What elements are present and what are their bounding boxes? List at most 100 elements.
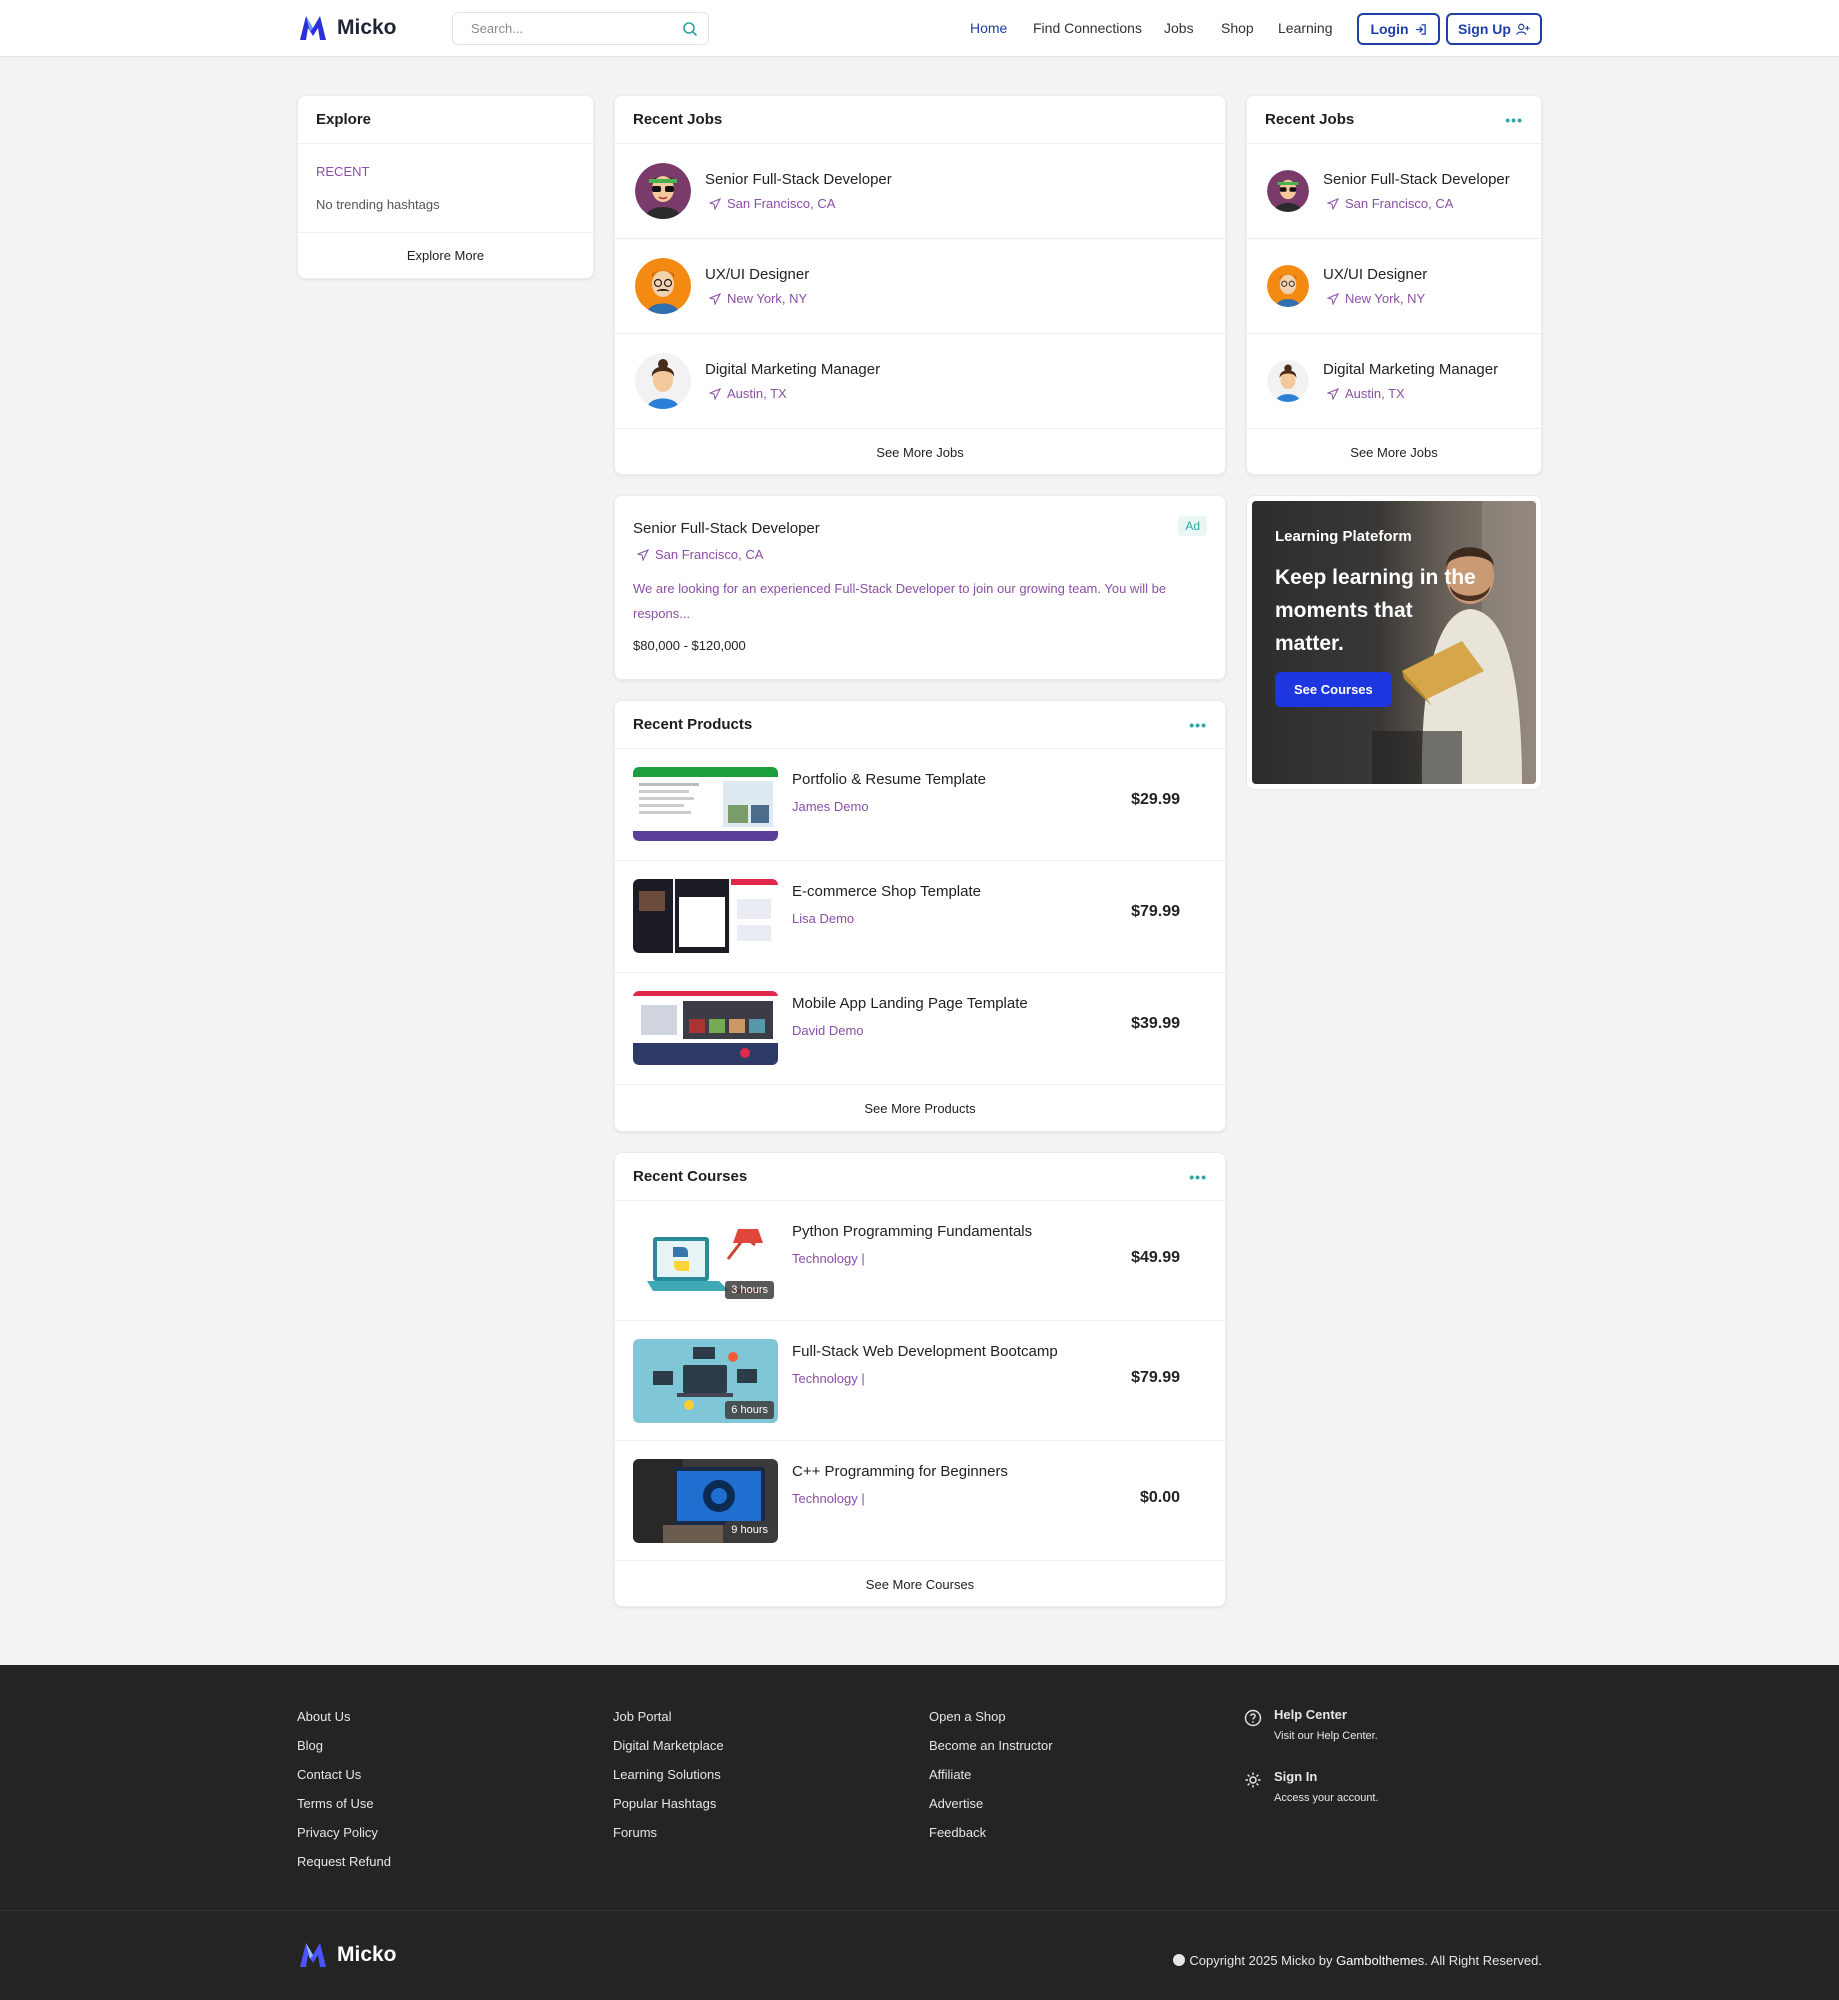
ad-job-location: San Francisco, CA [655,547,764,562]
see-more-courses-link[interactable]: See More Courses [615,1561,1225,1606]
brand-logo[interactable]: Micko [297,11,397,45]
search-box [452,12,709,45]
copyright-icon [1173,1954,1186,1966]
product-thumbnail [633,767,778,841]
course-duration: 6 hours [725,1401,774,1419]
footer-link[interactable]: Job Portal [613,1709,724,1738]
product-row[interactable]: Mobile App Landing Page Template David D… [615,973,1225,1085]
explore-card: Explore RECENT No trending hashtags Expl… [297,95,594,279]
help-center-link[interactable]: Help Center Visit our Help Center. [1244,1707,1378,1742]
job-location: New York, NY [727,291,808,306]
job-row[interactable]: UX/UI Designer New York, NY [615,239,1225,334]
footer-link[interactable]: Terms of Use [297,1796,391,1825]
login-button[interactable]: Login [1357,13,1440,45]
signup-label: Sign Up [1458,21,1511,37]
see-more-jobs-link[interactable]: See More Jobs [1247,429,1541,474]
footer-link[interactable]: Advertise [929,1796,1053,1825]
job-location: San Francisco, CA [1345,196,1454,211]
footer-link[interactable]: Contact Us [297,1767,391,1796]
nav-shop[interactable]: Shop [1221,20,1254,36]
job-row[interactable]: Senior Full-Stack Developer San Francisc… [1247,144,1541,239]
recent-courses-title: Recent Courses [633,1168,748,1185]
course-title: Full-Stack Web Development Bootcamp [792,1343,1058,1360]
ad-job-title: Senior Full-Stack Developer [633,520,820,537]
course-row[interactable]: 3 hours Python Programming Fundamentals … [615,1201,1225,1321]
brand-name: Micko [337,16,397,39]
course-row[interactable]: 6 hours Full-Stack Web Development Bootc… [615,1321,1225,1441]
product-price: $29.99 [1131,791,1180,808]
copyright-prefix: Copyright 2025 Micko by [1189,1953,1337,1968]
job-title: Senior Full-Stack Developer [705,171,892,188]
location-arrow-icon [1327,387,1339,400]
sign-in-link[interactable]: Sign In Access your account. [1245,1769,1379,1804]
job-avatar [1267,265,1309,307]
see-more-products-link[interactable]: See More Products [615,1085,1225,1131]
more-options-icon[interactable]: ••• [1189,1169,1207,1185]
recent-jobs-card: Recent Jobs Senior Full-Stack Developer … [614,95,1226,475]
job-title: UX/UI Designer [705,266,810,283]
nav-home[interactable]: Home [970,20,1007,36]
nav-find-connections[interactable]: Find Connections [1033,20,1142,36]
copyright-text: Copyright 2025 Micko by Gambolthemes. Al… [1173,1953,1542,1968]
footer-link[interactable]: Request Refund [297,1854,391,1883]
login-label: Login [1370,21,1409,37]
copyright-author-link[interactable]: Gamboltheme [1336,1953,1418,1968]
signup-button[interactable]: Sign Up [1446,13,1542,45]
more-options-icon[interactable]: ••• [1505,112,1523,128]
footer-link[interactable]: Affiliate [929,1767,1053,1796]
product-row[interactable]: Portfolio & Resume Template James Demo $… [615,749,1225,861]
sponsored-job-card[interactable]: Ad Senior Full-Stack Developer San Franc… [614,495,1226,680]
top-navbar: Micko Home Find Connections Jobs Shop Le… [0,0,1839,57]
sidebar-recent-jobs-card: Recent Jobs ••• Senior Full-Stack Develo… [1246,95,1542,475]
course-title: Python Programming Fundamentals [792,1223,1033,1240]
help-circle-icon [1244,1709,1262,1727]
footer-brand-name: Micko [337,1943,397,1966]
footer-link[interactable]: About Us [297,1709,391,1738]
product-title: Portfolio & Resume Template [792,771,986,788]
product-price: $39.99 [1131,1015,1180,1032]
course-duration: 9 hours [725,1521,774,1539]
location-arrow-icon [637,548,649,561]
footer-link[interactable]: Blog [297,1738,391,1767]
recent-products-card: Recent Products ••• Portfolio & Resume T… [614,700,1226,1132]
job-row[interactable]: Senior Full-Stack Developer San Francisc… [615,144,1225,239]
footer-brand-logo[interactable]: Micko [297,1939,397,1971]
footer-link[interactable]: Feedback [929,1825,1053,1854]
see-courses-button[interactable]: See Courses [1275,672,1392,707]
explore-more-link[interactable]: Explore More [298,232,593,278]
job-row[interactable]: Digital Marketing Manager Austin, TX [615,334,1225,429]
location-arrow-icon [709,292,721,305]
sign-in-subtitle: Access your account. [1274,1792,1379,1804]
job-title: Senior Full-Stack Developer [1323,171,1510,188]
footer-link[interactable]: Forums [613,1825,724,1854]
course-thumbnail: 3 hours [633,1219,778,1303]
footer-link[interactable]: Privacy Policy [297,1825,391,1854]
nav-learning[interactable]: Learning [1278,20,1333,36]
see-more-jobs-link[interactable]: See More Jobs [615,429,1225,474]
footer-column-business: Open a Shop Become an Instructor Affilia… [929,1709,1053,1854]
footer-link[interactable]: Become an Instructor [929,1738,1053,1767]
site-footer: About Us Blog Contact Us Terms of Use Pr… [0,1665,1839,2000]
search-icon[interactable] [682,21,698,37]
job-location: Austin, TX [1345,386,1405,401]
job-title: UX/UI Designer [1323,266,1428,283]
sign-in-title: Sign In [1274,1769,1318,1784]
footer-link[interactable]: Popular Hashtags [613,1796,724,1825]
more-options-icon[interactable]: ••• [1189,717,1207,733]
location-arrow-icon [709,197,721,210]
footer-link[interactable]: Digital Marketplace [613,1738,724,1767]
product-author: Lisa Demo [792,911,855,926]
footer-link[interactable]: Learning Solutions [613,1767,724,1796]
nav-jobs[interactable]: Jobs [1164,20,1194,36]
course-title: C++ Programming for Beginners [792,1463,1008,1480]
product-price: $79.99 [1131,903,1180,920]
job-row[interactable]: Digital Marketing Manager Austin, TX [1247,334,1541,429]
job-row[interactable]: UX/UI Designer New York, NY [1247,239,1541,334]
copyright-suffix: s. All Right Reserved. [1417,1953,1542,1968]
product-row[interactable]: E-commerce Shop Template Lisa Demo $79.9… [615,861,1225,973]
course-row[interactable]: 9 hours C++ Programming for Beginners Te… [615,1441,1225,1561]
search-input[interactable] [471,13,681,44]
ad-badge: Ad [1178,516,1207,536]
footer-link[interactable]: Open a Shop [929,1709,1053,1738]
location-arrow-icon [1327,197,1339,210]
